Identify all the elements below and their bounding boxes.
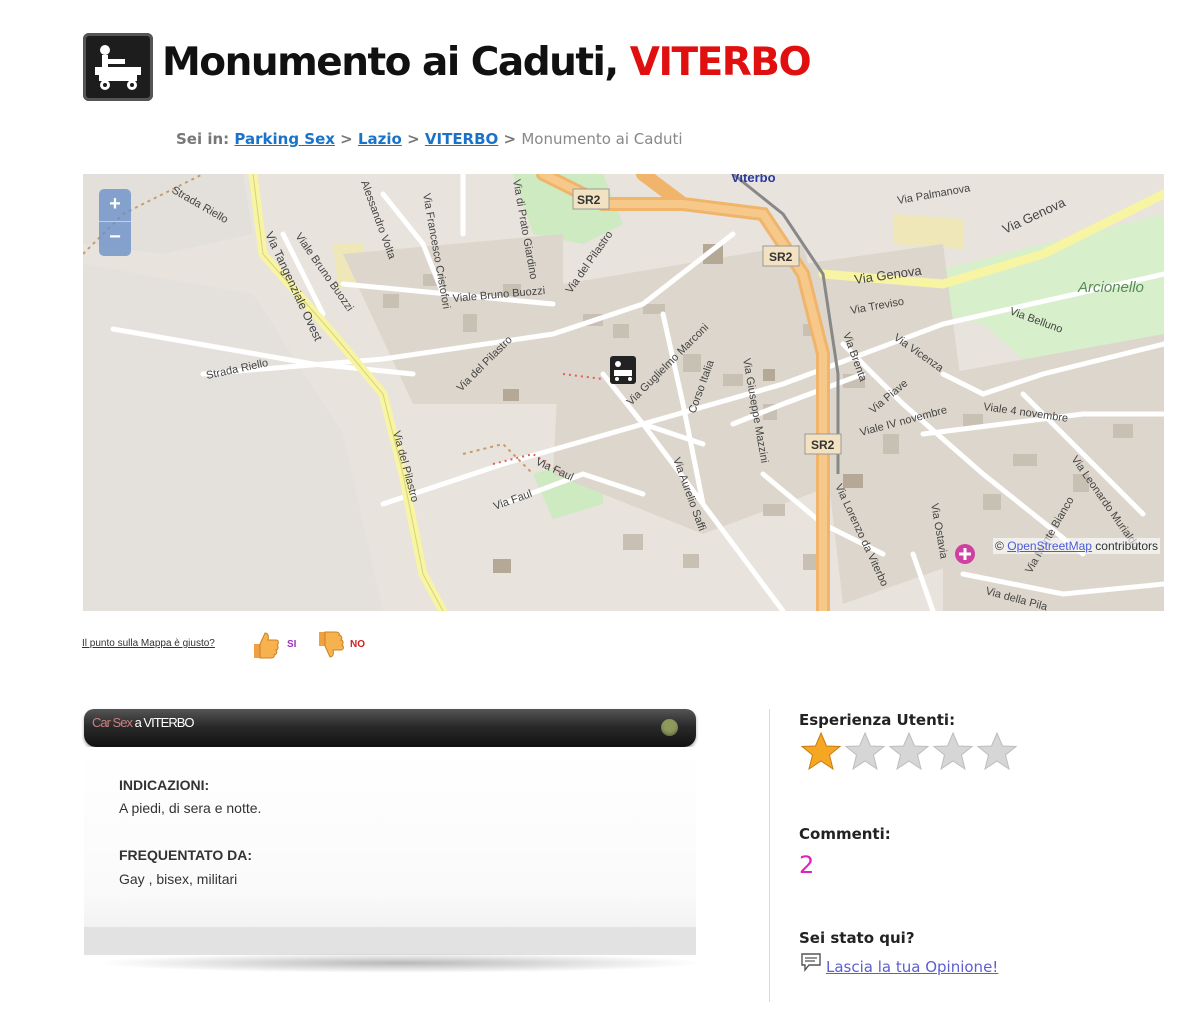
map-zoom-control: + − — [99, 189, 131, 256]
openstreetmap-link[interactable]: OpenStreetMap — [1007, 539, 1092, 553]
experience-label: Esperienza Utenti: — [799, 711, 956, 729]
breadcrumb-separator: > — [503, 130, 517, 148]
info-panel: Car Sex a VITERBO INDICAZIONI: A piedi, … — [84, 709, 706, 973]
star-icon[interactable] — [799, 730, 843, 774]
star-icon[interactable] — [887, 730, 931, 774]
breadcrumb: Sei in: Parking Sex > Lazio > VITERBO > … — [176, 130, 683, 148]
info-panel-toggle-icon[interactable] — [661, 719, 678, 736]
info-panel-header: Car Sex a VITERBO — [84, 709, 696, 747]
site-logo[interactable] — [83, 33, 153, 101]
attribution-prefix: © — [995, 539, 1004, 553]
map[interactable]: SR2 SR2 SR2 Viterbo Arcionello Via Genov… — [83, 174, 1164, 611]
breadcrumb-link-viterbo[interactable]: VITERBO — [425, 130, 498, 148]
title-city: VITERBO — [629, 40, 812, 85]
attribution-suffix: contributors — [1095, 539, 1158, 553]
breadcrumb-link-parking-sex[interactable]: Parking Sex — [234, 130, 335, 148]
directions-label: INDICAZIONI: — [119, 777, 210, 793]
breadcrumb-prefix: Sei in: — [176, 130, 230, 148]
star-icon[interactable] — [931, 730, 975, 774]
info-panel-body: INDICAZIONI: A piedi, di sera e notte. F… — [84, 747, 696, 955]
breadcrumb-separator: > — [340, 130, 353, 148]
map-attribution: © OpenStreetMap contributors — [993, 538, 1160, 554]
frequented-label: FREQUENTATO DA: — [119, 847, 252, 863]
feedback-no[interactable]: NO — [350, 639, 365, 650]
info-panel-title: Car Sex a VITERBO — [92, 715, 195, 730]
map-accuracy-question[interactable]: Il punto sulla Mappa è giusto? — [82, 638, 215, 649]
leave-opinion-link[interactable]: Lascia la tua Opinione! — [826, 958, 998, 976]
info-panel-title-suffix: a VITERBO — [134, 715, 195, 730]
comments-count[interactable]: 2 — [799, 851, 814, 879]
directions-value: A piedi, di sera e notte. — [119, 800, 262, 816]
breadcrumb-link-lazio[interactable]: Lazio — [358, 130, 402, 148]
zoom-in-button[interactable]: + — [99, 189, 131, 222]
visited-label: Sei stato qui? — [799, 929, 915, 947]
info-panel-footer — [84, 927, 696, 955]
feedback-yes[interactable]: SI — [287, 639, 296, 650]
breadcrumb-separator: > — [407, 130, 420, 148]
star-icon[interactable] — [975, 730, 1019, 774]
thumbs-up-icon[interactable] — [250, 630, 280, 660]
column-divider — [769, 709, 770, 1002]
zoom-out-button[interactable]: − — [99, 222, 131, 255]
breadcrumb-current: Monumento ai Caduti — [521, 130, 683, 148]
frequented-value: Gay , bisex, militari — [119, 871, 238, 887]
title-main: Monumento ai Caduti, — [162, 40, 619, 85]
thumbs-down-icon[interactable] — [315, 630, 345, 660]
comments-label: Commenti: — [799, 825, 891, 843]
page-title: Monumento ai Caduti, VITERBO — [162, 40, 812, 85]
info-panel-shadow — [94, 953, 706, 973]
car-logo-icon — [89, 39, 147, 95]
star-icon[interactable] — [843, 730, 887, 774]
comment-icon[interactable] — [800, 952, 822, 972]
info-panel-title-prefix: Car Sex — [92, 715, 133, 730]
